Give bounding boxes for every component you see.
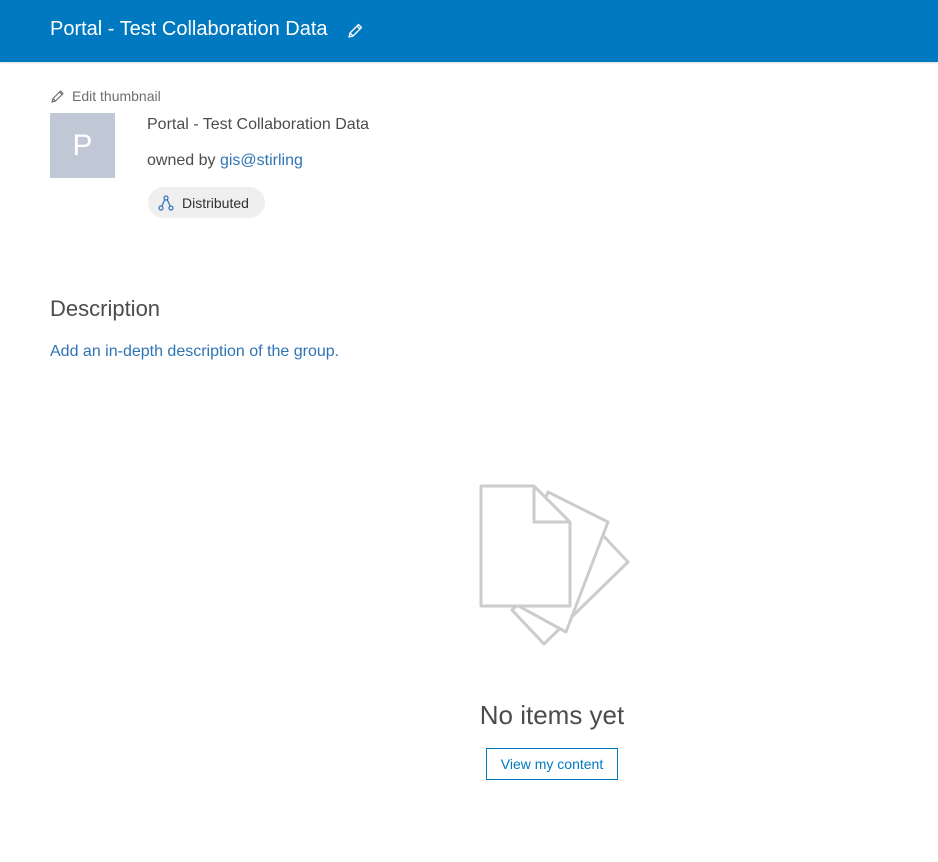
description-heading: Description — [50, 296, 161, 321]
empty-state-title: No items yet — [479, 700, 625, 730]
group-name: Portal - Test Collaboration Data — [147, 116, 370, 133]
badge-label: Distributed — [182, 194, 249, 211]
owner-link[interactable]: gis@stirling — [220, 152, 303, 169]
owner-line: owned by gis@stirling — [147, 152, 303, 170]
pencil-icon — [348, 23, 363, 38]
page-header: Portal - Test Collaboration Data — [0, 0, 938, 62]
owned-by-label: owned by — [147, 152, 220, 169]
documents-icon — [479, 484, 630, 646]
edit-title-button[interactable] — [346, 22, 364, 40]
view-my-content-button[interactable]: View my content — [486, 748, 618, 780]
add-description-link[interactable]: Add an in-depth description of the group… — [50, 343, 339, 361]
group-thumbnail: P — [50, 113, 115, 178]
group-title: Portal - Test Collaboration Data — [50, 18, 328, 40]
distributed-icon — [158, 194, 174, 211]
edit-thumbnail-label: Edit thumbnail — [72, 88, 161, 104]
status-badge: Distributed — [148, 187, 265, 218]
thumbnail-letter: P — [72, 128, 93, 162]
pencil-icon — [51, 90, 64, 103]
edit-thumbnail-link[interactable]: Edit thumbnail — [50, 87, 161, 105]
